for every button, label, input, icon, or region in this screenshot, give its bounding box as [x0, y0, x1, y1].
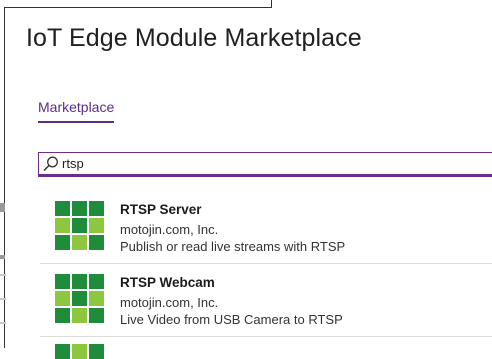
background-fragment: [0, 298, 6, 300]
window-frame-top: [4, 0, 272, 8]
search-icon: [43, 156, 58, 171]
item-title: RTSP Webcam: [120, 275, 215, 290]
list-item-rtsp-webcam[interactable]: RTSP Webcam motojin.com, Inc. Live Video…: [40, 265, 492, 337]
background-fragment: [0, 203, 5, 212]
search-box[interactable]: [38, 152, 492, 177]
background-fragment: [0, 274, 6, 276]
green-grid-logo-icon: [55, 201, 105, 251]
background-window-edge: [0, 0, 6, 348]
page-title: IoT Edge Module Marketplace: [26, 24, 362, 52]
item-publisher: motojin.com, Inc.: [120, 295, 219, 310]
tab-marketplace[interactable]: Marketplace: [38, 99, 115, 123]
item-description: Publish or read live streams with RTSP: [120, 239, 346, 254]
results-list: RTSP Server motojin.com, Inc. Publish or…: [40, 192, 492, 337]
next-item-logo-icon: [55, 344, 105, 359]
item-description: Live Video from USB Camera to RTSP: [120, 312, 343, 327]
item-title: RTSP Server: [120, 202, 202, 217]
background-fragment: [0, 255, 5, 259]
green-grid-logo-icon: [55, 274, 105, 324]
search-input[interactable]: [60, 156, 442, 171]
background-fragment: [0, 322, 6, 324]
item-publisher: motojin.com, Inc.: [120, 222, 219, 237]
list-item-rtsp-server[interactable]: RTSP Server motojin.com, Inc. Publish or…: [40, 192, 492, 264]
